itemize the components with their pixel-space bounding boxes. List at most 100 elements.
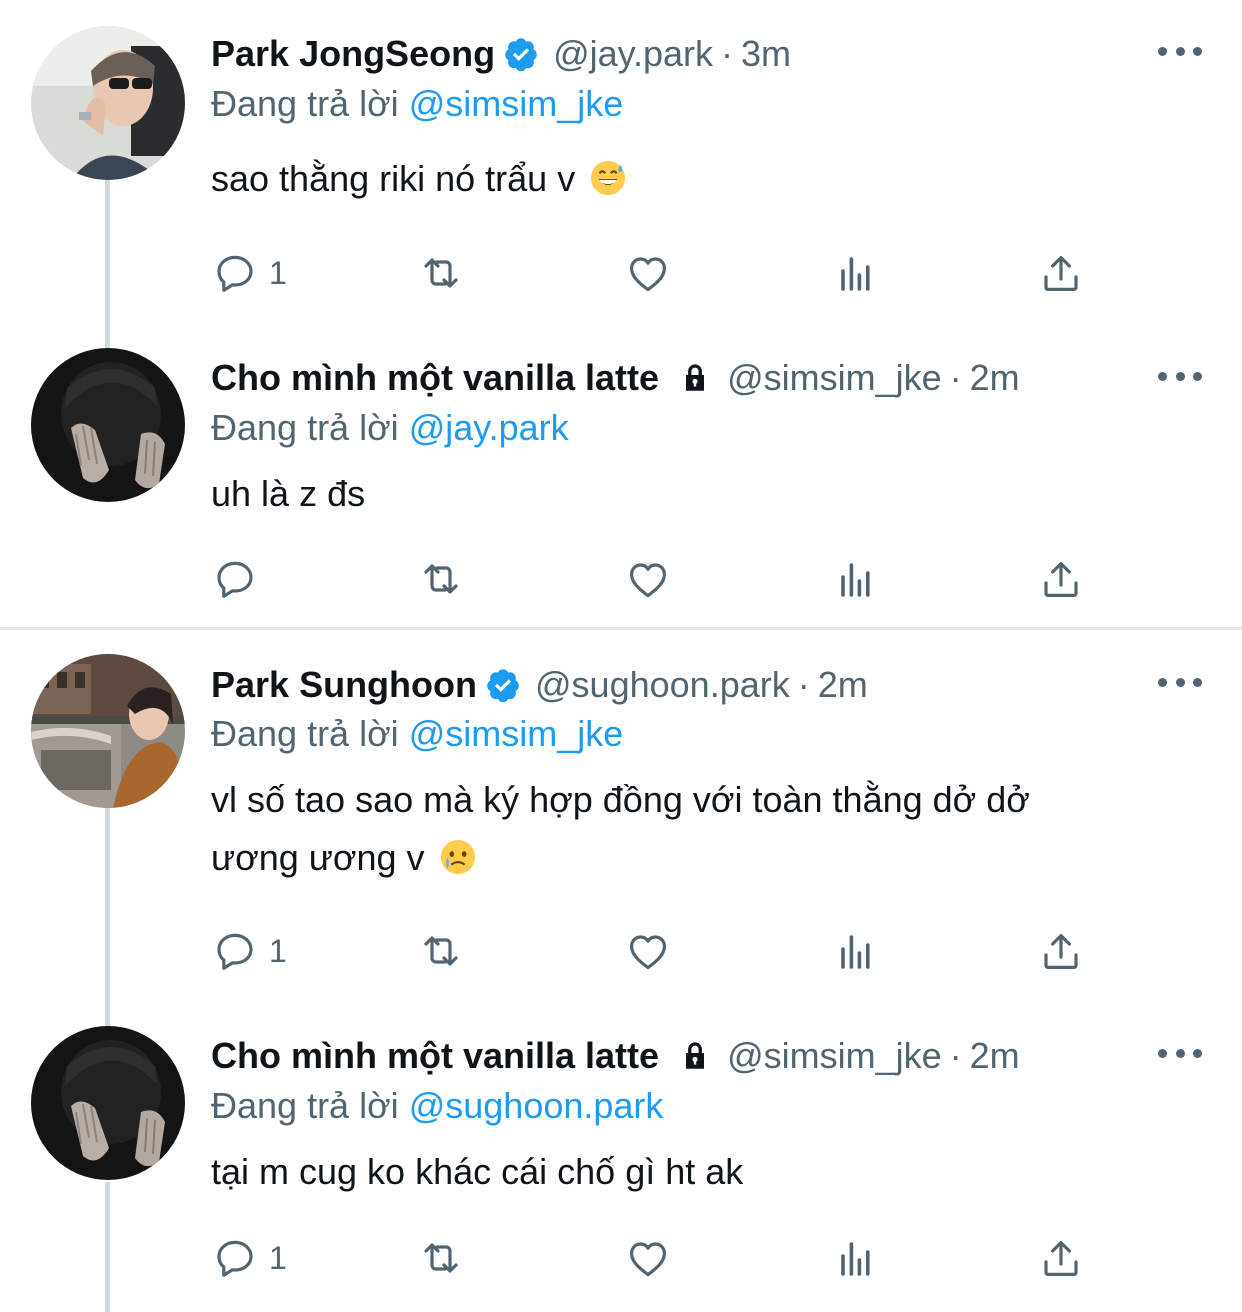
timestamp[interactable]: 2m	[970, 352, 1020, 404]
retweet-button[interactable]	[417, 926, 465, 976]
handle[interactable]: @jay.park	[553, 28, 713, 80]
reply-icon	[217, 561, 253, 598]
avatar[interactable]	[31, 654, 185, 808]
reply-mention-link[interactable]: @simsim_jke	[409, 713, 624, 754]
reply-count: 1	[269, 932, 287, 969]
retweet-icon	[424, 564, 458, 594]
reply-button[interactable]: 1	[211, 248, 287, 298]
retweet-icon	[424, 936, 458, 966]
avatar[interactable]	[31, 348, 185, 502]
retweet-button[interactable]	[417, 1233, 465, 1283]
display-name[interactable]: Cho mình một vanilla latte	[211, 1030, 659, 1082]
share-icon	[1044, 1241, 1078, 1276]
separator: ·	[949, 1035, 962, 1076]
analytics-icon	[841, 935, 870, 969]
tweet-text: uh là z đs	[211, 465, 1201, 523]
display-name[interactable]: Park JongSeong	[211, 28, 495, 80]
retweet-icon	[424, 258, 458, 288]
timestamp[interactable]: 2m	[970, 1030, 1020, 1082]
reply-count: 1	[269, 1239, 287, 1276]
replying-to: Đang trả lời @simsim_jke	[211, 78, 623, 130]
timestamp[interactable]: 2m	[818, 659, 868, 711]
replying-to: Đang trả lời @simsim_jke	[211, 708, 623, 760]
share-icon	[1044, 934, 1078, 969]
handle[interactable]: @simsim_jke	[727, 352, 942, 404]
action-bar: 1	[211, 248, 1111, 298]
handle[interactable]: @sughoon.park	[535, 659, 790, 711]
tweet-text-line: vl số tao sao mà ký hợp đồng với toàn th…	[211, 779, 1030, 820]
heart-icon	[630, 563, 666, 598]
share-icon	[1044, 562, 1078, 597]
share-button[interactable]	[1037, 554, 1085, 604]
more-options-icon[interactable]	[1158, 366, 1202, 386]
tweet[interactable]: Cho mình một vanilla latte @simsim_jke ·…	[0, 1005, 1242, 1312]
separator: ·	[721, 33, 733, 74]
analytics-icon	[841, 563, 870, 597]
crying-face-emoji-icon	[440, 839, 475, 875]
heart-icon	[630, 1242, 666, 1277]
replying-prefix: Đang trả lời	[211, 407, 399, 448]
reply-button[interactable]	[211, 554, 269, 604]
avatar[interactable]	[31, 26, 185, 180]
reply-icon	[217, 255, 253, 292]
tweet-text-line: ương ương v	[211, 837, 425, 878]
replying-prefix: Đang trả lời	[211, 83, 399, 124]
separator: ·	[949, 357, 962, 398]
heart-icon	[630, 935, 666, 970]
display-name[interactable]: Park Sunghoon	[211, 659, 477, 711]
verified-badge-icon	[487, 669, 519, 703]
lock-icon	[686, 1042, 705, 1069]
retweet-button[interactable]	[417, 248, 465, 298]
share-button[interactable]	[1037, 248, 1085, 298]
tweet-text: vl số tao sao mà ký hợp đồng với toàn th…	[211, 771, 1201, 887]
tweet[interactable]: Park JongSeong @jay.park · 3m Đang trả l…	[0, 0, 1242, 330]
like-button[interactable]	[624, 1233, 672, 1283]
analytics-button[interactable]	[831, 1233, 879, 1283]
sweat-smile-emoji-icon	[591, 160, 626, 196]
reply-mention-link[interactable]: @sughoon.park	[409, 1085, 664, 1126]
share-button[interactable]	[1037, 1233, 1085, 1283]
tweet[interactable]: Park Sunghoon @sughoon.park · 2m Đang tr…	[0, 630, 1242, 1005]
lock-icon	[686, 364, 705, 391]
tweet-text: tại m cug ko khác cái chố gì ht ak	[211, 1143, 1201, 1201]
replying-prefix: Đang trả lời	[211, 713, 399, 754]
more-options-icon[interactable]	[1158, 1043, 1202, 1063]
analytics-button[interactable]	[831, 554, 879, 604]
verified-badge-icon	[505, 38, 537, 72]
reply-count: 1	[269, 254, 287, 291]
tweet-text-content: uh là z đs	[211, 473, 366, 514]
more-options-icon[interactable]	[1158, 672, 1202, 692]
reply-button[interactable]: 1	[211, 926, 287, 976]
separator: ·	[797, 664, 810, 705]
avatar[interactable]	[31, 1026, 185, 1180]
reply-mention-link[interactable]: @jay.park	[409, 407, 569, 448]
more-options-icon[interactable]	[1158, 41, 1202, 61]
tweet-text-content: sao thằng riki nó trẩu v	[211, 158, 576, 199]
reply-button[interactable]: 1	[211, 1233, 287, 1283]
like-button[interactable]	[624, 554, 672, 604]
display-name[interactable]: Cho mình một vanilla latte	[211, 352, 659, 404]
replying-to: Đang trả lời @jay.park	[211, 402, 569, 454]
tweet[interactable]: Cho mình một vanilla latte @simsim_jke ·…	[0, 330, 1242, 628]
tweet-text: sao thằng riki nó trẩu v	[211, 150, 1201, 208]
timestamp[interactable]: 3m	[741, 28, 791, 80]
handle[interactable]: @simsim_jke	[727, 1030, 942, 1082]
tweet-text-line-2: ương ương v	[211, 829, 1201, 887]
retweet-icon	[424, 1243, 458, 1273]
replying-to: Đang trả lời @sughoon.park	[211, 1080, 663, 1132]
action-bar	[211, 554, 1111, 604]
share-button[interactable]	[1037, 926, 1085, 976]
replying-prefix: Đang trả lời	[211, 1085, 399, 1126]
analytics-button[interactable]	[831, 926, 879, 976]
reply-icon	[217, 1240, 253, 1277]
like-button[interactable]	[624, 926, 672, 976]
analytics-icon	[841, 257, 870, 291]
reply-mention-link[interactable]: @simsim_jke	[409, 83, 624, 124]
analytics-button[interactable]	[831, 248, 879, 298]
analytics-icon	[841, 1242, 870, 1276]
heart-icon	[630, 257, 666, 292]
retweet-button[interactable]	[417, 554, 465, 604]
like-button[interactable]	[624, 248, 672, 298]
action-bar: 1	[211, 926, 1111, 976]
action-bar: 1	[211, 1233, 1111, 1283]
